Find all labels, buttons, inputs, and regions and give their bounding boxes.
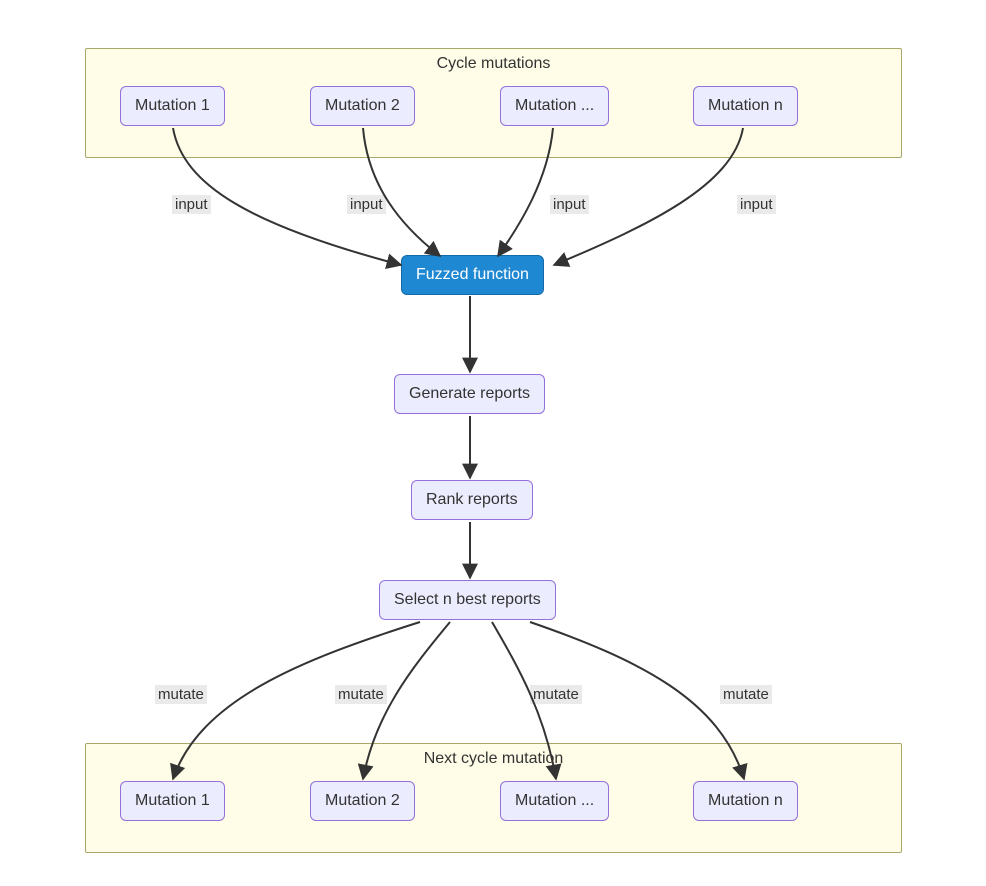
node-mutation-dots: Mutation ...: [500, 86, 609, 126]
node-next-mutation-n: Mutation n: [693, 781, 798, 821]
node-rank-reports: Rank reports: [411, 480, 533, 520]
edge-label-input-2: input: [347, 195, 386, 214]
edge-label-mutate-3: mutate: [530, 685, 582, 704]
node-next-mutation-1: Mutation 1: [120, 781, 225, 821]
node-mutation-n: Mutation n: [693, 86, 798, 126]
edge-label-input-1: input: [172, 195, 211, 214]
node-generate-reports: Generate reports: [394, 374, 545, 414]
node-next-mutation-2: Mutation 2: [310, 781, 415, 821]
group-next-cycle-mutation-title: Next cycle mutation: [86, 750, 901, 768]
node-next-mutation-dots: Mutation ...: [500, 781, 609, 821]
edge-label-input-4: input: [737, 195, 776, 214]
edge-label-input-3: input: [550, 195, 589, 214]
edge-label-mutate-1: mutate: [155, 685, 207, 704]
edge-label-mutate-2: mutate: [335, 685, 387, 704]
node-select-best: Select n best reports: [379, 580, 556, 620]
edge-label-mutate-4: mutate: [720, 685, 772, 704]
node-fuzzed-function: Fuzzed function: [401, 255, 544, 295]
node-mutation-2: Mutation 2: [310, 86, 415, 126]
group-cycle-mutations-title: Cycle mutations: [86, 55, 901, 73]
node-mutation-1: Mutation 1: [120, 86, 225, 126]
